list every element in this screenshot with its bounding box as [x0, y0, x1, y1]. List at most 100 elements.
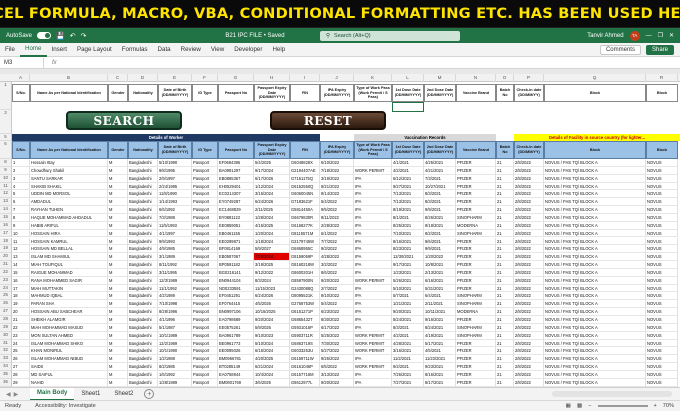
- table-cell[interactable]: 1/18/2024: [254, 237, 290, 246]
- avatar[interactable]: TA: [629, 30, 640, 41]
- table-cell[interactable]: 5/31/2021: [424, 284, 456, 293]
- table-cell[interactable]: 8/21/2022: [320, 182, 354, 191]
- table-cell[interactable]: 6/5/2022: [320, 363, 354, 371]
- column-header[interactable]: K: [354, 74, 392, 82]
- table-cell[interactable]: 1/14/1993: [158, 198, 192, 207]
- table-cell[interactable]: EF0764415: [218, 300, 254, 309]
- table-cell[interactable]: Passport: [192, 261, 218, 269]
- table-cell[interactable]: 6/17/2022: [320, 323, 354, 332]
- table-cell[interactable]: Bangladeshi: [128, 331, 158, 340]
- table-cell[interactable]: WORK PERMIT: [354, 331, 392, 340]
- table-cell[interactable]: 2/8/2022: [514, 190, 544, 199]
- table-cell[interactable]: 11/15/2023: [254, 284, 290, 293]
- table-cell[interactable]: G6060045N: [290, 190, 320, 199]
- table-cell[interactable]: Bangladeshi: [128, 316, 158, 324]
- table-cell[interactable]: Bangladeshi: [128, 268, 158, 277]
- table-cell-block2[interactable]: NOVUS: [646, 292, 678, 301]
- table-cell[interactable]: 11/5/1993: [158, 221, 192, 230]
- table-cell[interactable]: M: [108, 284, 128, 293]
- table-cell[interactable]: WORK PERMIT: [354, 276, 392, 285]
- table-cell[interactable]: M: [108, 378, 128, 387]
- table-cell[interactable]: 4/19/2021: [424, 331, 456, 340]
- table-cell[interactable]: Bangladeshi: [128, 253, 158, 262]
- table-cell[interactable]: Passport: [192, 276, 218, 285]
- table-cell[interactable]: M: [108, 276, 128, 285]
- table-cell[interactable]: PFIZER: [456, 174, 496, 183]
- table-cell[interactable]: 6/21/2024: [254, 363, 290, 371]
- table-cell[interactable]: Hossain Ittay: [30, 159, 108, 167]
- table-cell[interactable]: M: [108, 190, 128, 199]
- row-header[interactable]: 24: [0, 284, 12, 293]
- table-cell[interactable]: 21: [496, 331, 514, 340]
- table-cell[interactable]: EE0575261: [218, 323, 254, 332]
- table-cell[interactable]: NOVUS / FHS TQ/ BLOCK A: [544, 331, 646, 340]
- row-header[interactable]: 19: [0, 245, 12, 254]
- table-cell[interactable]: PFIZER: [456, 339, 496, 348]
- table-cell[interactable]: G6863719S: [290, 339, 320, 348]
- column-header[interactable]: R: [646, 74, 678, 82]
- table-cell[interactable]: M: [108, 213, 128, 222]
- fx-icon[interactable]: fx: [44, 60, 57, 66]
- column-header[interactable]: Q: [544, 74, 646, 82]
- table-cell[interactable]: SANTU SARKAR: [30, 174, 108, 183]
- table-cell[interactable]: [354, 159, 392, 167]
- autosave-toggle[interactable]: [37, 32, 52, 39]
- table-cell[interactable]: 5/4/2022: [320, 198, 354, 207]
- column-header[interactable]: H: [254, 74, 290, 82]
- table-cell[interactable]: PFIZER: [456, 347, 496, 356]
- table-cell[interactable]: G5903711R: [290, 331, 320, 340]
- table-cell[interactable]: Bangladeshi: [128, 308, 158, 316]
- row-header[interactable]: 36: [0, 378, 12, 387]
- column-header[interactable]: B: [30, 74, 108, 82]
- table-cell[interactable]: Bangladeshi: [128, 159, 158, 167]
- table-cell[interactable]: 4/1/2021: [392, 159, 424, 167]
- table-cell[interactable]: 9/18/2021: [424, 221, 456, 230]
- table-cell[interactable]: 16: [12, 276, 30, 285]
- table-cell[interactable]: PFIZER: [456, 363, 496, 371]
- table-cell[interactable]: RAYHAN TUHEN: [30, 206, 108, 214]
- table-cell-block2[interactable]: NOVUS: [646, 355, 678, 364]
- column-header[interactable]: D: [128, 74, 158, 82]
- table-cell[interactable]: 7/27/2021: [392, 378, 424, 387]
- table-cell[interactable]: 6/10/2022: [320, 159, 354, 167]
- table-cell[interactable]: IPA: [354, 284, 392, 293]
- table-cell[interactable]: Bangladeshi: [128, 339, 158, 348]
- table-cell[interactable]: 15: [12, 268, 30, 277]
- table-cell[interactable]: IPA: [354, 221, 392, 230]
- row-header[interactable]: 25: [0, 292, 12, 301]
- table-cell[interactable]: M: [108, 174, 128, 183]
- table-cell[interactable]: 4/20/2025: [254, 355, 290, 364]
- table-cell[interactable]: 8/30/2022: [320, 316, 354, 324]
- table-cell[interactable]: BM0966781: [218, 355, 254, 364]
- table-cell[interactable]: 6/16/2021: [424, 276, 456, 285]
- table-cell[interactable]: NOVUS / FHS TQ/ BLOCK A: [544, 378, 646, 387]
- table-cell[interactable]: BA0991297: [218, 166, 254, 175]
- table-cell[interactable]: PFIZER: [456, 190, 496, 199]
- row-header[interactable]: 35: [0, 370, 12, 379]
- table-cell[interactable]: G6048828X: [290, 159, 320, 167]
- table-cell[interactable]: Passport: [192, 316, 218, 324]
- table-cell[interactable]: WORK PERMIT: [354, 339, 392, 348]
- table-cell[interactable]: IPA: [354, 308, 392, 316]
- table-cell[interactable]: SINOPHARM: [456, 300, 496, 309]
- table-cell[interactable]: MON SULTAN AHMED: [30, 331, 108, 340]
- table-cell[interactable]: Bangladeshi: [128, 174, 158, 183]
- table-cell[interactable]: M: [108, 261, 128, 269]
- table-cell[interactable]: 21: [496, 245, 514, 254]
- table-cell[interactable]: UDDIN MD MORSOL: [30, 190, 108, 199]
- table-cell[interactable]: 2/8/2022: [514, 300, 544, 309]
- table-cell[interactable]: 5/10/2021: [392, 284, 424, 293]
- table-cell[interactable]: IPA: [354, 237, 392, 246]
- selected-cell[interactable]: [392, 102, 424, 112]
- table-cell[interactable]: 9/23/2021: [424, 363, 456, 371]
- table-cell[interactable]: EC0214307: [218, 190, 254, 199]
- table-cell[interactable]: PFIZER: [456, 206, 496, 214]
- table-cell[interactable]: IPA: [354, 261, 392, 269]
- table-cell[interactable]: 2/8/2022: [514, 245, 544, 254]
- accessibility-status[interactable]: Accessibility: Investigate: [35, 403, 96, 409]
- table-cell[interactable]: EY0749287: [218, 198, 254, 207]
- minimize-icon[interactable]: —: [646, 33, 652, 39]
- search-button[interactable]: SEARCH: [66, 111, 182, 130]
- table-cell[interactable]: 7/18/2022: [320, 166, 354, 175]
- share-button[interactable]: Share: [645, 44, 674, 55]
